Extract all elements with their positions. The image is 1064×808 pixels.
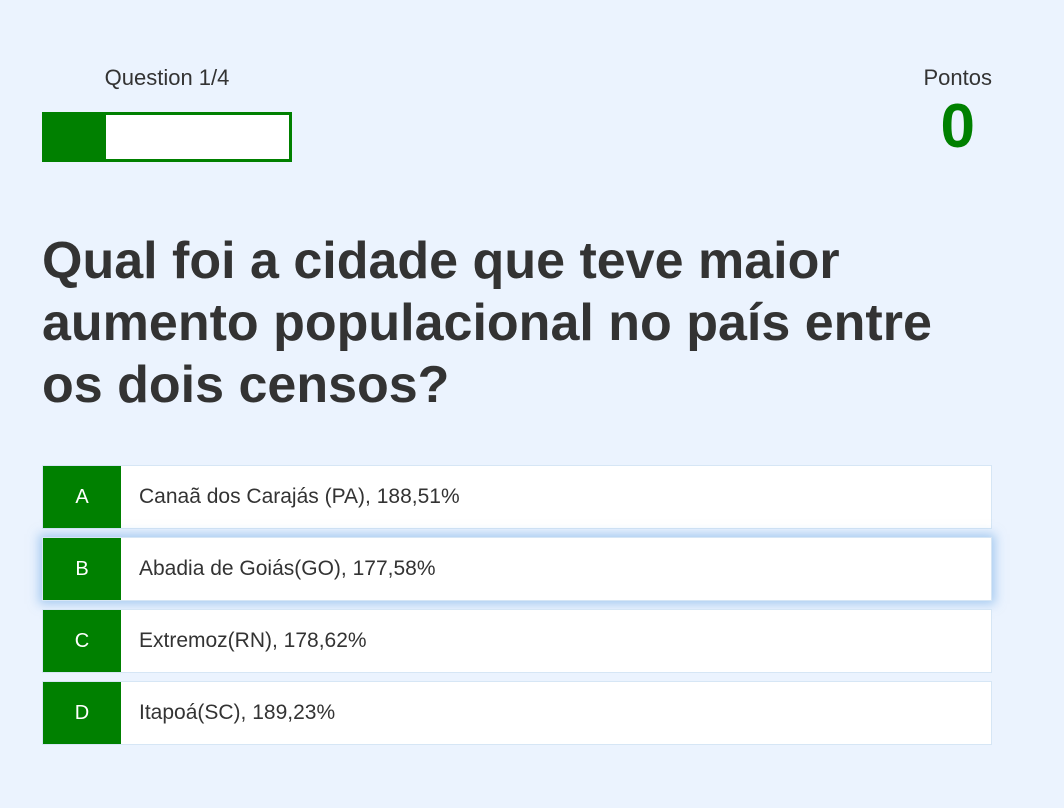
hud-score: Pontos 0 (924, 64, 993, 158)
progress-bar (42, 112, 292, 162)
choice-d[interactable]: D Itapoá(SC), 189,23% (42, 681, 992, 745)
score-label: Pontos (923, 65, 993, 90)
choice-b[interactable]: B Abadia de Goiás(GO), 177,58% (42, 537, 992, 601)
choice-a[interactable]: A Canaã dos Carajás (PA), 188,51% (42, 465, 992, 529)
question-counter: Question 1/4 (104, 65, 230, 90)
score-value: 0 (940, 92, 975, 161)
question-text: Qual foi a cidade que teve maior aumento… (42, 232, 932, 414)
choice-text: Canaã dos Carajás (PA), 188,51% (139, 485, 460, 508)
choice-text: Extremoz(RN), 178,62% (139, 629, 367, 652)
choice-c[interactable]: C Extremoz(RN), 178,62% (42, 609, 992, 673)
choice-prefix: A (43, 466, 121, 528)
choice-prefix: D (43, 682, 121, 744)
choice-text: Abadia de Goiás(GO), 177,58% (139, 557, 436, 580)
choice-prefix: B (43, 538, 121, 600)
hud-progress: Question 1/4 (42, 64, 292, 162)
progress-bar-fill (45, 115, 106, 159)
choice-list: A Canaã dos Carajás (PA), 188,51% B Abad… (42, 465, 992, 753)
choice-prefix: C (43, 610, 121, 672)
choice-text: Itapoá(SC), 189,23% (139, 701, 336, 724)
